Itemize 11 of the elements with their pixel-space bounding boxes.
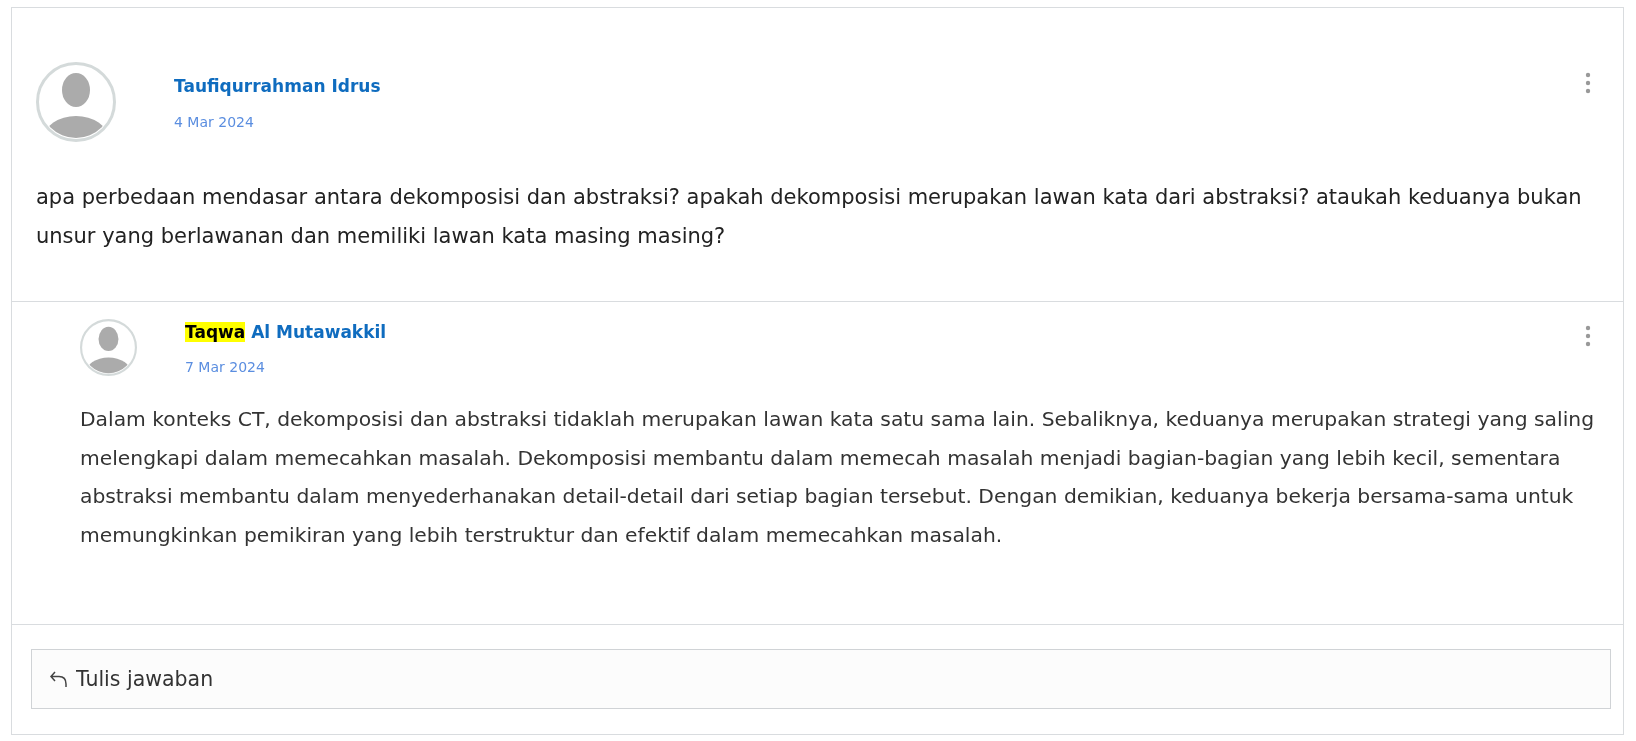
post-text: apa perbedaan mendasar antara dekomposisi dan abstraksi? apakah dekomposisi merupakan lawan kata dari abstraksi? ataukah keduanya bukan unsur yang berlawanan dan memiliki lawan kata masing masing?	[36, 184, 1583, 250]
author-link[interactable]: Taqwa Al Mutawakkil	[185, 322, 387, 342]
avatar-icon	[80, 319, 137, 376]
post-date: 7 Mar 2024	[185, 359, 266, 375]
post-text: Dalam konteks CT, dekomposisi dan abstraksi tidaklah merupakan lawan kata satu sama lain. Sebaliknya, keduanya merupakan strategi yang saling melengkapi dalam memecahkan masalah. Dekomposisi membantu dalam memecah masalah menjadi bagian-bagian yang lebih kecil, sementara abstraksi membantu dalam menyederhanakan detail-detail dari setiap bagian tersebut. Dengan demikian, keduanya bekerja bersama-sama untuk memungkinkan pemikiran yang lebih terstruktur dan efektif dalam memecahkan masalah.	[80, 406, 1595, 549]
more-options-icon[interactable]	[1585, 72, 1591, 94]
post-date: 4 Mar 2024	[174, 114, 255, 130]
avatar-icon	[36, 62, 116, 142]
author-link[interactable]: Taufiqurrahman Idrus	[174, 76, 381, 96]
more-options-icon[interactable]	[1585, 325, 1591, 347]
reply-field[interactable]: Tulis jawaban	[31, 649, 1611, 709]
